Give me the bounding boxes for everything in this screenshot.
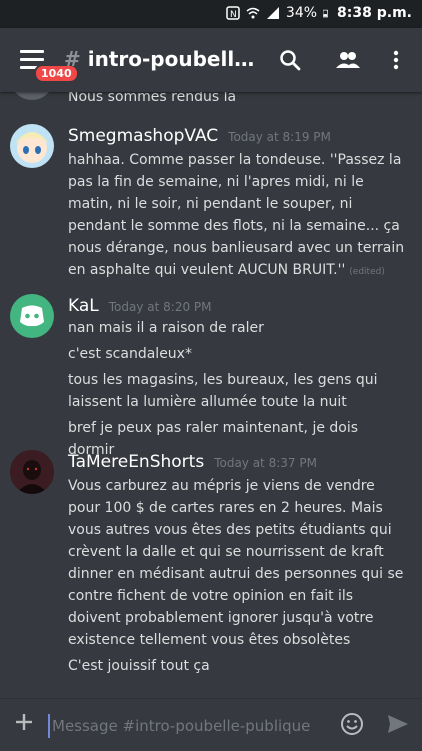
clock: 8:38 p.m. <box>337 5 412 21</box>
message-text: Vous carburez au mépris je viens de vend… <box>68 478 404 674</box>
nfc-icon: N <box>226 6 240 20</box>
message-text: hahhaa. Comme passer la tondeuse. ''Pass… <box>68 152 405 278</box>
message-author[interactable]: KaL Today at 8:20 PM <box>68 296 212 316</box>
message-timestamp: Today at 8:19 PM <box>228 130 331 144</box>
message-list[interactable]: Nous sommes rendus là SmegmashopVAC Today… <box>0 92 422 692</box>
message-timestamp: Today at 8:37 PM <box>214 456 317 470</box>
message-timestamp: Today at 8:20 PM <box>108 300 212 314</box>
hashtag-icon: # <box>64 47 81 71</box>
send-icon[interactable] <box>386 712 410 736</box>
edited-label: (edited) <box>349 267 385 277</box>
members-icon[interactable] <box>334 48 362 72</box>
battery-level: 34% <box>285 5 318 21</box>
avatar[interactable] <box>10 450 54 494</box>
dark-figure-avatar-icon <box>10 450 54 494</box>
signal-icon <box>266 7 279 19</box>
message-text: nan mais il a raison de raler c'est scan… <box>68 320 378 458</box>
anime-avatar-icon <box>10 124 54 168</box>
discord-logo-icon <box>20 305 44 327</box>
status-bar: N 34% 8:38 p.m. <box>0 0 422 28</box>
avatar[interactable] <box>10 124 54 168</box>
plus-icon[interactable] <box>14 712 34 732</box>
channel-name: intro-poubelle-publique <box>87 47 264 71</box>
channel-header: 1040 # intro-poubelle-publique <box>0 28 422 92</box>
message-input[interactable] <box>48 714 324 738</box>
more-options-icon[interactable] <box>384 48 408 72</box>
search-icon[interactable] <box>278 48 302 72</box>
wifi-icon <box>246 7 260 19</box>
message-text: Nous sommes rendus là <box>68 92 237 105</box>
channel-title: # intro-poubelle-publique <box>64 47 264 71</box>
message-author[interactable]: SmegmashopVAC Today at 8:19 PM <box>68 126 331 146</box>
message-author[interactable]: TaMereEnShorts Today at 8:37 PM <box>68 452 317 472</box>
avatar[interactable] <box>10 294 54 338</box>
battery-icon <box>323 9 328 18</box>
emoji-icon[interactable] <box>340 712 364 736</box>
svg-text:N: N <box>230 10 237 20</box>
avatar[interactable] <box>10 92 54 100</box>
message-composer <box>0 698 422 751</box>
